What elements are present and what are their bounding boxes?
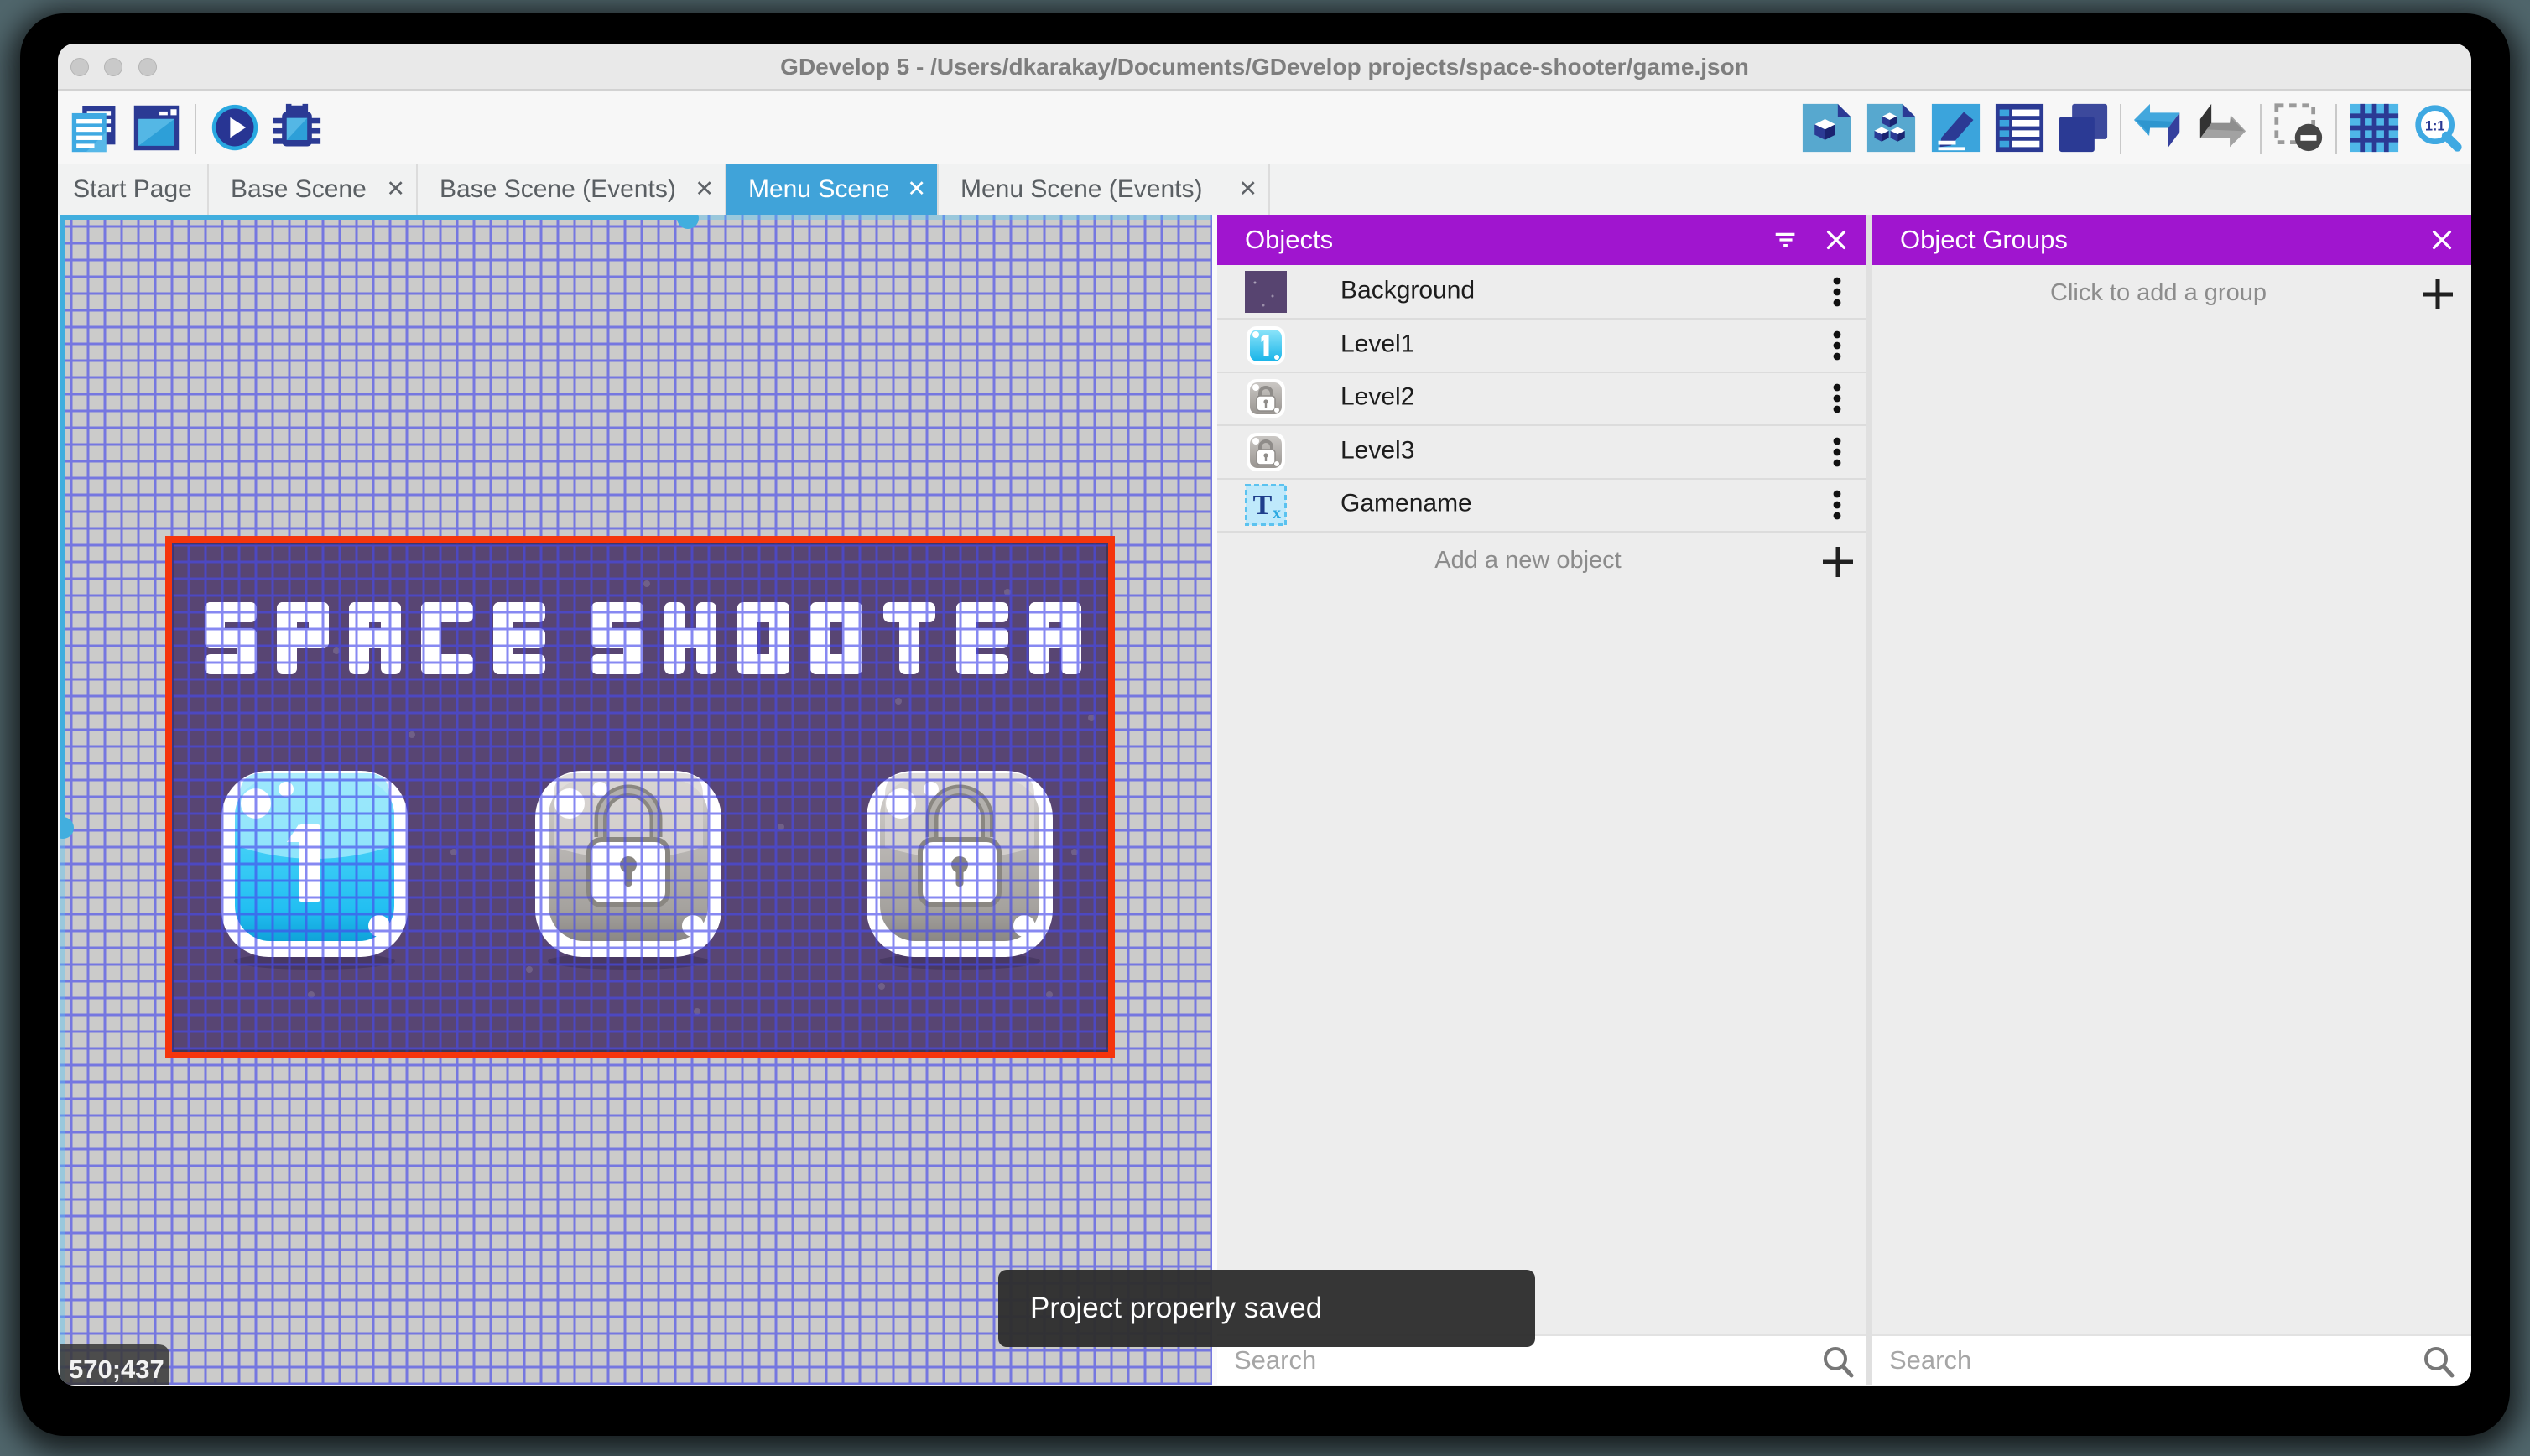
svg-text:570;437: 570;437 xyxy=(69,1355,164,1384)
svg-text:T: T xyxy=(1253,490,1273,521)
svg-text:x: x xyxy=(1273,504,1281,523)
svg-text:1:1: 1:1 xyxy=(2425,118,2444,133)
